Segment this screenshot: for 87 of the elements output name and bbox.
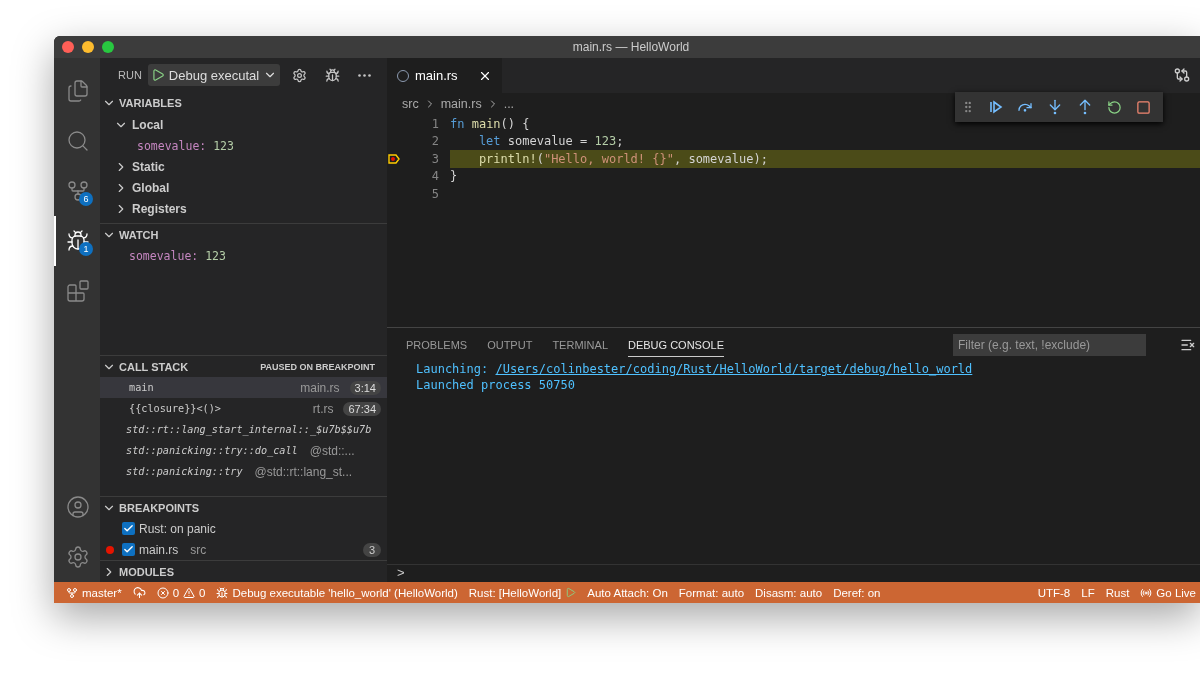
step-out-icon[interactable] — [1077, 99, 1093, 115]
breakpoint-dot-icon — [106, 545, 114, 554]
go-live-status[interactable]: Go Live — [1140, 586, 1196, 599]
cloud-upload-icon[interactable] — [132, 586, 146, 599]
panel-tab[interactable]: DEBUG CONSOLE — [628, 333, 724, 357]
breadcrumb[interactable]: src — [402, 97, 419, 111]
watch-expression: somevalue: 123 — [129, 248, 226, 263]
compare-icon[interactable] — [1174, 67, 1190, 83]
source-control-activity-button[interactable]: 6 — [54, 166, 100, 216]
status-item[interactable]: Disasm: auto — [755, 586, 823, 599]
files-icon — [66, 79, 90, 103]
panel-tab[interactable]: PROBLEMS — [406, 333, 468, 357]
code-line: let somevalue = 123; — [477, 133, 625, 150]
play-icon — [150, 68, 165, 82]
step-into-icon[interactable] — [1047, 99, 1063, 115]
variable-entry: somevalue: 123 — [137, 138, 234, 153]
settings-icon — [66, 545, 90, 569]
close-window-button[interactable] — [62, 41, 74, 53]
code-line: fn main() { — [450, 115, 531, 133]
line-number: 1 — [430, 116, 439, 131]
status-item[interactable]: Auto Attach: On — [587, 586, 668, 599]
play-icon — [565, 587, 577, 598]
search-icon — [66, 129, 90, 153]
scope-row[interactable]: Global — [100, 177, 387, 198]
branch-icon — [66, 586, 78, 599]
configuration-dropdown[interactable]: Debug executal — [147, 64, 281, 86]
line-number: 5 — [430, 186, 439, 201]
console-text: Launching: — [416, 362, 490, 376]
broadcast-icon — [1140, 586, 1153, 599]
stack-frame-row[interactable]: std::rt::lang_start_internal::_$u7b$$u7b — [100, 419, 387, 440]
breakpoint-row[interactable]: Rust: on panic — [100, 518, 387, 539]
status-item[interactable]: UTF-8 — [1037, 586, 1071, 599]
window-title: main.rs — HelloWorld — [572, 40, 690, 54]
breadcrumb[interactable]: main.rs — [440, 97, 482, 111]
error-icon — [156, 586, 169, 599]
watch-section-header[interactable]: WATCH — [100, 223, 387, 245]
checkbox[interactable] — [122, 522, 135, 535]
clear-console-icon[interactable] — [1180, 337, 1196, 353]
branch-icon — [66, 179, 90, 203]
filter-field[interactable]: Filter (e.g. text, !exclude) — [953, 334, 1146, 356]
scope-row[interactable]: Local — [100, 114, 387, 135]
paused-breakpoint-icon — [388, 153, 400, 164]
count-badge: 1 — [79, 242, 93, 256]
zoom-window-button[interactable] — [102, 41, 114, 53]
scope-row[interactable]: Static — [100, 156, 387, 177]
status-item[interactable]: LF — [1081, 586, 1095, 599]
run-label: RUN — [118, 69, 142, 81]
debug-session-status[interactable]: Debug executable 'hello_world' (HelloWorld) — [216, 586, 458, 599]
stack-frame-row[interactable]: {{closure}}<()> rt.rs 67:34 — [100, 398, 387, 419]
line-number: 3 — [430, 151, 439, 166]
settings-icon — [292, 67, 308, 83]
bug-icon — [325, 67, 341, 83]
bug-icon — [216, 586, 229, 599]
stop-icon[interactable] — [1136, 99, 1151, 115]
console-prompt[interactable]: > — [397, 565, 405, 580]
status-item[interactable]: Deref: on — [833, 586, 881, 599]
editor-tab[interactable]: main.rs — [387, 58, 502, 93]
ellipsis-icon — [358, 73, 372, 77]
console-text: Launched process 50750 — [416, 378, 575, 392]
stack-frame-row[interactable]: main main.rs 3:14 — [100, 377, 387, 398]
blocks-icon — [66, 279, 90, 303]
file-link[interactable]: /Users/colinbester/coding/Rust/HelloWorld/target/debug/hello_world — [495, 362, 973, 376]
checkbox[interactable] — [122, 543, 135, 556]
panel-tab[interactable]: OUTPUT — [487, 333, 533, 357]
warning-icon — [183, 586, 196, 599]
minimize-window-button[interactable] — [82, 41, 94, 53]
line-number: 2 — [430, 134, 439, 149]
account-icon — [66, 495, 90, 519]
breakpoints-section-header[interactable]: BREAKPOINTS — [100, 496, 387, 518]
restart-icon[interactable] — [1107, 99, 1122, 115]
code-line: } — [450, 168, 459, 185]
line-number: 4 — [430, 169, 439, 184]
status-item[interactable]: Rust — [1105, 586, 1130, 599]
stack-frame-row[interactable]: std::panicking::try @std::rt::lang_st... — [100, 461, 387, 482]
scope-row[interactable]: Registers — [100, 198, 387, 219]
breakpoint-row[interactable]: main.rs src 3 — [100, 539, 387, 560]
branch-status[interactable]: master* — [66, 586, 122, 599]
variables-section-header[interactable]: VARIABLES — [100, 92, 387, 114]
count-badge: 6 — [79, 192, 93, 206]
continue-icon[interactable] — [989, 100, 1003, 114]
status-item[interactable]: Rust: [HelloWorld] — [468, 586, 577, 599]
problems-status[interactable]: 0 0 — [156, 586, 206, 599]
status-item[interactable]: Format: auto — [678, 586, 745, 599]
stack-frame-row[interactable]: std::panicking::try::do_call @std::... — [100, 440, 387, 461]
breadcrumb[interactable]: ... — [503, 97, 515, 111]
bug-icon — [66, 229, 90, 253]
panel-tab[interactable]: TERMINAL — [552, 333, 608, 357]
